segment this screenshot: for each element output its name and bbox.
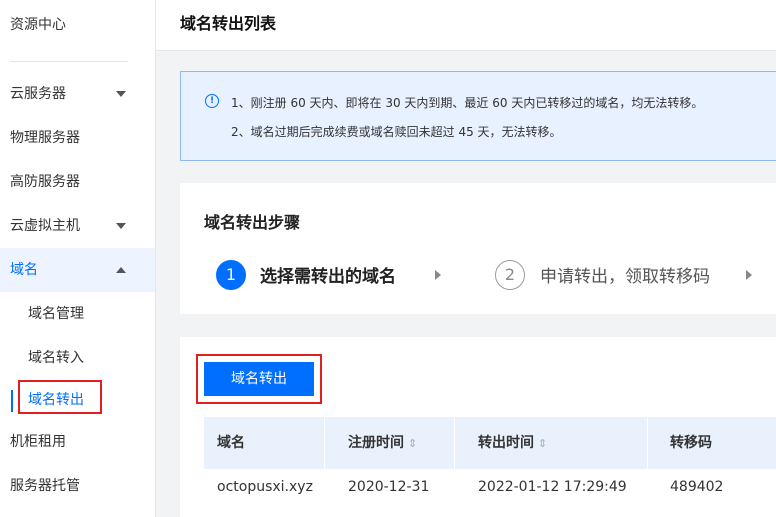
cell-transfer-time: 2022-01-12 17:29:49 [478, 479, 627, 495]
active-indicator [11, 390, 13, 412]
column-header-register-time[interactable]: 注册时间 ⇕ [348, 417, 417, 469]
sidebar-item-server-hosting[interactable]: 服务器托管 [0, 464, 155, 508]
highlight-box [18, 380, 102, 414]
sidebar-item-virtual-host[interactable]: 云虚拟主机 [0, 204, 155, 248]
column-header-domain: 域名 [217, 435, 245, 451]
step-number: 2 [495, 260, 525, 290]
sidebar-item-physical-server[interactable]: 物理服务器 [0, 116, 155, 160]
notice-line: 2、域名过期后完成续费或域名赎回未超过 45 天，无法转移。 [231, 125, 562, 139]
sort-icon[interactable]: ⇕ [408, 437, 417, 450]
sort-icon[interactable]: ⇕ [538, 437, 547, 450]
chevron-right-icon [435, 270, 441, 280]
sidebar-item-ddos-server[interactable]: 高防服务器 [0, 160, 155, 204]
sidebar-item-label: 服务器托管 [10, 478, 80, 494]
info-icon: ! [205, 94, 219, 108]
column-header-transfer-time[interactable]: 转出时间 ⇕ [478, 417, 547, 469]
sidebar-item-domain[interactable]: 域名 [0, 248, 155, 292]
sidebar-item-label: 云服务器 [10, 86, 66, 102]
chevron-up-icon [116, 267, 126, 273]
sidebar-item-label: 云虚拟主机 [10, 218, 80, 234]
sidebar-subitem-label: 域名转入 [28, 350, 84, 366]
sidebar-item-cloud-server[interactable]: 云服务器 [0, 72, 155, 116]
sidebar-subitem-domain-transfer-in[interactable]: 域名转入 [0, 336, 155, 380]
sidebar-item-rack-rental[interactable]: 机柜租用 [0, 420, 155, 464]
cell-domain: octopusxi.xyz [217, 479, 313, 495]
step-label-active: 选择需转出的域名 [260, 267, 396, 287]
sidebar: 资源中心 云服务器 物理服务器 高防服务器 云虚拟主机 域名 域名管理 域名转入… [0, 0, 156, 517]
step-number: 1 [216, 260, 246, 290]
sidebar-item-label: 域名 [10, 262, 38, 278]
sidebar-divider [10, 61, 128, 62]
table-header: 域名 注册时间 ⇕ 转出时间 ⇕ 转移码 [204, 417, 776, 469]
sidebar-subitem-label: 域名管理 [28, 306, 84, 322]
notice-banner: ! 1、刚注册 60 天内、即将在 30 天内到期、最近 60 天内已转移过的域… [180, 71, 776, 161]
chevron-down-icon [116, 223, 126, 229]
step-label: 申请转出，领取转移码 [540, 267, 710, 287]
notice-line: 1、刚注册 60 天内、即将在 30 天内到期、最近 60 天内已转移过的域名，… [231, 96, 704, 110]
sidebar-item-label: 机柜租用 [10, 434, 66, 450]
chevron-down-icon [116, 91, 126, 97]
cell-register-time: 2020-12-31 [348, 479, 430, 495]
chevron-right-icon [746, 270, 752, 280]
highlight-box [196, 354, 322, 404]
page-title: 域名转出列表 [180, 14, 277, 33]
page-header: 域名转出列表 [156, 0, 776, 51]
table-card: 域名转出 域名 注册时间 ⇕ 转出时间 ⇕ 转移码 octopusxi.xyz 20… [180, 337, 776, 517]
sidebar-subitem-domain-manage[interactable]: 域名管理 [0, 292, 155, 336]
sidebar-item-label: 物理服务器 [10, 130, 80, 146]
column-header-transfer-code: 转移码 [670, 435, 712, 451]
steps-card: 域名转出步骤 1 选择需转出的域名 2 申请转出，领取转移码 [180, 183, 776, 314]
sidebar-item-label: 高防服务器 [10, 174, 80, 190]
steps-title: 域名转出步骤 [204, 213, 301, 232]
sidebar-header: 资源中心 [10, 17, 66, 33]
cell-transfer-code: 489402 [670, 479, 724, 495]
